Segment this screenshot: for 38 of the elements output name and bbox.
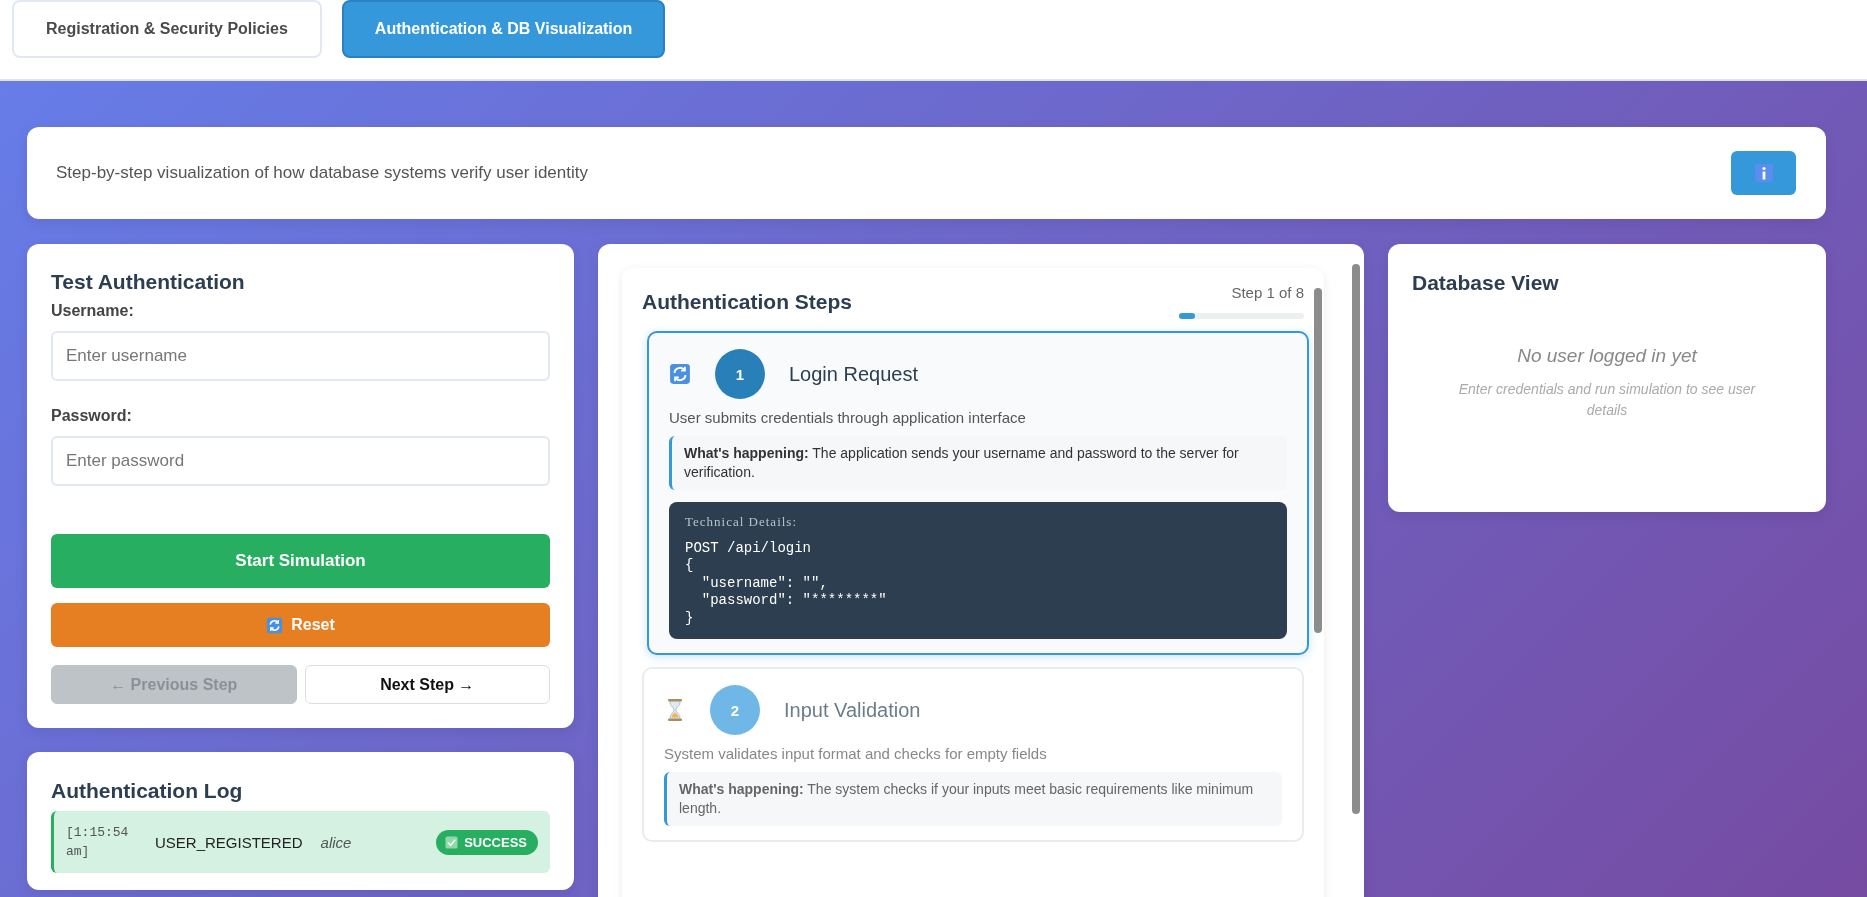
card-title: Authentication Log [51, 779, 244, 803]
log-user: alice [320, 833, 352, 851]
reset-button[interactable]: Reset [51, 603, 550, 647]
intro-text: Step-by-step visualization of how database systems verify user identity [56, 163, 588, 183]
code-title: Technical Details: [685, 513, 799, 530]
step-counter: Step 1 of 8 [1231, 284, 1304, 301]
step-number: 1 [715, 349, 765, 399]
step-number: 2 [710, 685, 760, 736]
card-title: Authentication Steps [642, 289, 852, 314]
code-text: POST /api/login { "username": "", "password": "********" } [685, 539, 888, 628]
explanation-text: What's happening: The application sends your username and password to the server for verification. [684, 445, 1239, 480]
empty-title: No user logged in yet [1517, 345, 1697, 367]
step-description: System validates input format and checks for empty fields [664, 745, 1048, 763]
step-description: User submits credentials through application interface [669, 409, 1027, 426]
refresh-icon [669, 363, 691, 385]
status-badge: SUCCESS [436, 829, 538, 855]
password-field[interactable]: Enter password [51, 436, 550, 486]
start-simulation-button[interactable]: Start Simulation [51, 534, 550, 588]
card-title: Test Authentication [51, 270, 246, 294]
username-field[interactable]: Enter username [51, 331, 550, 381]
explanation-text: What's happening: The system checks if your inputs meet basic requirements like minimum length. [679, 781, 1254, 817]
check-icon [445, 835, 459, 849]
next-step-button[interactable]: Next Step → [304, 665, 550, 704]
info-button[interactable] [1731, 151, 1796, 195]
step-card[interactable]: 2 Input Validation System validates input format and checks for empty fields What's happening: The system checks if your inputs meet basic requirements like minimum length. [642, 667, 1304, 843]
card-title: Database View [1412, 271, 1560, 295]
step-title: Login Request [789, 362, 918, 386]
field-label: Username: [51, 302, 135, 320]
step-title: Input Validation [784, 698, 921, 722]
field-label: Password: [51, 407, 133, 425]
tab[interactable]: Registration & Security Policies [12, 0, 322, 58]
log-time: [1:15:54 am] [66, 823, 128, 861]
empty-hint: Enter credentials and run simulation to see user details [1457, 380, 1757, 420]
info-icon [1753, 163, 1774, 183]
log-event: USER_REGISTERED [155, 833, 303, 851]
tab[interactable]: Authentication & DB Visualization [341, 0, 666, 58]
refresh-icon [266, 616, 284, 634]
step-card[interactable] [647, 331, 1309, 656]
